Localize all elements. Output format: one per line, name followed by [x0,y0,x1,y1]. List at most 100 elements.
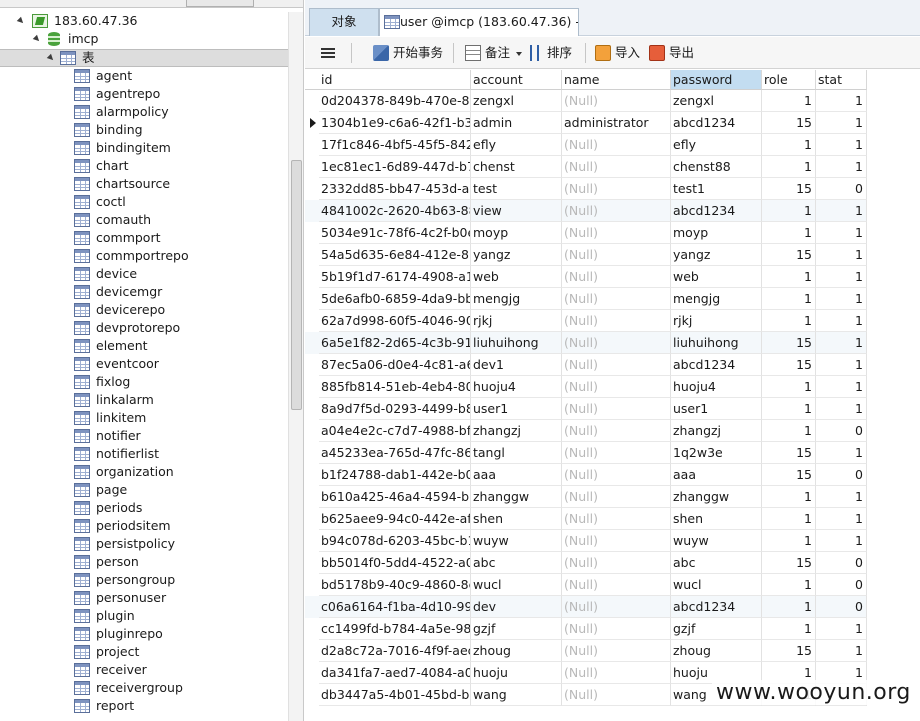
cell-account[interactable]: rjkj [471,310,562,332]
row-header[interactable] [305,552,319,574]
cell-name[interactable]: (Null) [562,90,671,112]
cell-role[interactable]: 15 [762,464,816,486]
cell-password[interactable]: zhangzj [671,420,762,442]
column-header-password[interactable]: password [671,70,762,90]
cell-stat[interactable]: 1 [816,134,867,156]
cell-account[interactable]: zhanggw [471,486,562,508]
cell-password[interactable]: zhanggw [671,486,762,508]
cell-account[interactable]: wuyw [471,530,562,552]
cell-role[interactable]: 1 [762,398,816,420]
row-header[interactable] [305,398,319,420]
cell-stat[interactable]: 1 [816,354,867,376]
cell-password[interactable]: liuhuihong [671,332,762,354]
table-row[interactable]: 62a7d998-60f5-4046-90b rjkj (Null) rjkj 1 1 [305,310,867,332]
cell-id[interactable]: 1304b1e9-c6a6-42f1-b30 [319,112,471,134]
cell-account[interactable]: wang [471,684,562,706]
row-header[interactable] [305,288,319,310]
cell-stat[interactable]: 1 [816,640,867,662]
cell-account[interactable]: efly [471,134,562,156]
cell-role[interactable]: 15 [762,442,816,464]
cell-account[interactable]: dev1 [471,354,562,376]
table-row[interactable]: 4841002c-2620-4b63-888 view (Null) abcd1234… [305,200,867,222]
row-header[interactable] [305,134,319,156]
cell-stat[interactable]: 1 [816,486,867,508]
cell-name[interactable]: (Null) [562,244,671,266]
row-header[interactable] [305,684,319,706]
table-row[interactable]: a04e4e2c-c7d7-4988-bf7 zhangzj (Null) zhang… [305,420,867,442]
cell-id[interactable]: 62a7d998-60f5-4046-90b [319,310,471,332]
row-header[interactable] [305,574,319,596]
cell-password[interactable]: test1 [671,178,762,200]
cell-name[interactable]: (Null) [562,640,671,662]
cell-role[interactable]: 1 [762,310,816,332]
table-row[interactable]: 87ec5a06-d0e4-4c81-a66 dev1 (Null) abcd1234… [305,354,867,376]
cell-password[interactable]: moyp [671,222,762,244]
cell-password[interactable]: user1 [671,398,762,420]
table-row[interactable]: 1ec81ec1-6d89-447d-b7e chenst (Null) chenst… [305,156,867,178]
cell-id[interactable]: b625aee9-94c0-442e-afe [319,508,471,530]
cell-name[interactable]: (Null) [562,486,671,508]
cell-name[interactable]: (Null) [562,156,671,178]
table-row[interactable]: 5034e91c-78f6-4c2f-b0ef moyp (Null) moyp 1 1 [305,222,867,244]
cell-role[interactable]: 1 [762,420,816,442]
cell-id[interactable]: 885fb814-51eb-4eb4-80f [319,376,471,398]
cell-stat[interactable]: 1 [816,112,867,134]
cell-password[interactable]: huoju4 [671,376,762,398]
row-header[interactable] [305,244,319,266]
cell-role[interactable]: 1 [762,266,816,288]
cell-role[interactable]: 1 [762,486,816,508]
cell-account[interactable]: tangl [471,442,562,464]
cell-account[interactable]: aaa [471,464,562,486]
table-row[interactable]: b610a425-46a4-4594-b39 zhanggw (Null) zhang… [305,486,867,508]
tab-user-table[interactable]: user @imcp (183.60.47.36) -... [379,8,579,36]
cell-id[interactable]: 5034e91c-78f6-4c2f-b0ef [319,222,471,244]
cell-account[interactable]: gzjf [471,618,562,640]
cell-id[interactable]: 54a5d635-6e84-412e-818 [319,244,471,266]
cell-password[interactable]: zengxl [671,90,762,112]
cell-name[interactable]: (Null) [562,332,671,354]
menu-tab-remnant[interactable] [186,0,254,7]
cell-id[interactable]: 17f1c846-4bf5-45f5-8422 [319,134,471,156]
cell-role[interactable]: 15 [762,332,816,354]
tree-scrollbar-thumb[interactable] [291,160,302,410]
cell-account[interactable]: web [471,266,562,288]
table-row[interactable]: b94c078d-6203-45bc-b13 wuyw (Null) wuyw 1 1 [305,530,867,552]
column-header-stat[interactable]: stat [816,70,867,90]
cell-name[interactable]: (Null) [562,684,671,706]
cell-stat[interactable]: 0 [816,420,867,442]
cell-id[interactable]: 6a5e1f82-2d65-4c3b-914 [319,332,471,354]
cell-role[interactable]: 1 [762,90,816,112]
table-row[interactable]: 5b19f1d7-6174-4908-a12 web (Null) web 1 1 [305,266,867,288]
table-row[interactable]: 1304b1e9-c6a6-42f1-b30 admin administrator… [305,112,867,134]
table-row[interactable]: cc1499fd-b784-4a5e-980 gzjf (Null) gzjf 1 1 [305,618,867,640]
row-header[interactable] [305,662,319,684]
cell-role[interactable]: 1 [762,134,816,156]
column-header-name[interactable]: name [562,70,671,90]
cell-id[interactable]: 4841002c-2620-4b63-888 [319,200,471,222]
cell-name[interactable]: (Null) [562,508,671,530]
table-row[interactable]: 5de6afb0-6859-4da9-bbc mengjg (Null) mengjg… [305,288,867,310]
row-header[interactable] [305,618,319,640]
row-header[interactable] [305,354,319,376]
cell-password[interactable]: wuyw [671,530,762,552]
row-header[interactable] [305,90,319,112]
cell-role[interactable]: 1 [762,288,816,310]
cell-name[interactable]: (Null) [562,134,671,156]
cell-account[interactable]: moyp [471,222,562,244]
cell-account[interactable]: zhangzj [471,420,562,442]
table-row[interactable]: b625aee9-94c0-442e-afe shen (Null) shen 1 1 [305,508,867,530]
cell-stat[interactable]: 1 [816,508,867,530]
row-header[interactable] [305,640,319,662]
column-header-role[interactable]: role [762,70,816,90]
cell-id[interactable]: cc1499fd-b784-4a5e-980 [319,618,471,640]
cell-account[interactable]: huoju [471,662,562,684]
cell-name[interactable]: (Null) [562,266,671,288]
cell-stat[interactable]: 1 [816,200,867,222]
cell-account[interactable]: shen [471,508,562,530]
table-row[interactable]: a45233ea-765d-47fc-862 tangl (Null) 1q2w3e 1… [305,442,867,464]
row-header[interactable] [305,178,319,200]
cell-password[interactable]: chenst88 [671,156,762,178]
cell-id[interactable]: a45233ea-765d-47fc-862 [319,442,471,464]
cell-name[interactable]: (Null) [562,552,671,574]
cell-name[interactable]: (Null) [562,178,671,200]
